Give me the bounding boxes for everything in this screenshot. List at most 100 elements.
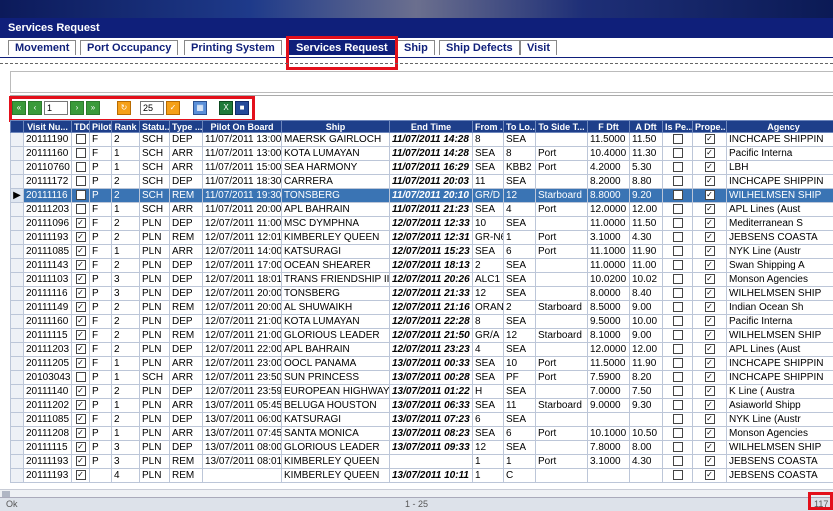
checkbox-unchecked[interactable] [673, 400, 683, 410]
table-cell[interactable] [72, 175, 90, 189]
table-cell[interactable]: ✓ [72, 259, 90, 273]
checkbox-checked[interactable]: ✓ [76, 260, 86, 270]
checkbox-checked[interactable]: ✓ [705, 330, 715, 340]
table-cell[interactable]: ✓ [72, 315, 90, 329]
table-row[interactable]: 20111115✓P3PLNDEP13/07/2011 08:00GLORIOU… [11, 441, 833, 455]
table-cell[interactable] [663, 441, 693, 455]
table-cell[interactable] [663, 259, 693, 273]
checkbox-checked[interactable]: ✓ [76, 330, 86, 340]
row-indicator[interactable] [11, 329, 24, 343]
row-indicator[interactable] [11, 133, 24, 147]
checkbox-checked[interactable]: ✓ [705, 456, 715, 466]
column-header[interactable]: A Dft [630, 121, 663, 133]
table-cell[interactable]: ✓ [72, 455, 90, 469]
checkbox-unchecked[interactable] [673, 246, 683, 256]
checkbox-unchecked[interactable] [673, 470, 683, 480]
row-indicator[interactable] [11, 427, 24, 441]
checkbox-checked[interactable]: ✓ [705, 134, 715, 144]
checkbox-unchecked[interactable] [673, 176, 683, 186]
checkbox-unchecked[interactable] [673, 232, 683, 242]
checkbox-unchecked[interactable] [76, 162, 86, 172]
column-header[interactable]: End Time [390, 121, 473, 133]
checkbox-checked[interactable]: ✓ [76, 288, 86, 298]
table-cell[interactable]: ✓ [72, 357, 90, 371]
table-cell[interactable]: ✓ [72, 273, 90, 287]
row-indicator[interactable] [11, 245, 24, 259]
table-cell[interactable]: ✓ [693, 189, 727, 203]
checkbox-unchecked[interactable] [673, 190, 683, 200]
table-cell[interactable] [663, 427, 693, 441]
table-row[interactable]: 20111115✓F2PLNREM12/07/2011 21:00GLORIOU… [11, 329, 833, 343]
table-cell[interactable]: ✓ [72, 399, 90, 413]
row-indicator[interactable] [11, 175, 24, 189]
table-cell[interactable]: ✓ [693, 245, 727, 259]
checkbox-checked[interactable]: ✓ [705, 162, 715, 172]
checkbox-unchecked[interactable] [673, 274, 683, 284]
tab-port-occupancy[interactable]: Port Occupancy [80, 40, 178, 55]
table-row[interactable]: 20111096✓F2PLNDEP12/07/2011 11:00MSC DYM… [11, 217, 833, 231]
checkbox-unchecked[interactable] [673, 372, 683, 382]
checkbox-unchecked[interactable] [673, 428, 683, 438]
checkbox-checked[interactable]: ✓ [76, 344, 86, 354]
checkbox-unchecked[interactable] [673, 288, 683, 298]
table-cell[interactable] [663, 399, 693, 413]
checkbox-unchecked[interactable] [673, 218, 683, 228]
table-cell[interactable]: ✓ [693, 175, 727, 189]
checkbox-checked[interactable]: ✓ [705, 190, 715, 200]
table-row[interactable]: 20111208✓P1PLNARR13/07/2011 07:45SANTA M… [11, 427, 833, 441]
column-header[interactable]: From ... [473, 121, 504, 133]
table-cell[interactable]: ✓ [693, 301, 727, 315]
checkbox-checked[interactable]: ✓ [705, 470, 715, 480]
checkbox-unchecked[interactable] [673, 330, 683, 340]
checkbox-checked[interactable]: ✓ [76, 386, 86, 396]
checkbox-checked[interactable]: ✓ [705, 316, 715, 326]
checkbox-checked[interactable]: ✓ [705, 260, 715, 270]
table-row[interactable]: 20111205✓F1PLNARR12/07/2011 23:00OOCL PA… [11, 357, 833, 371]
table-row[interactable]: 20111140✓P2PLNDEP12/07/2011 23:59EUROPEA… [11, 385, 833, 399]
table-cell[interactable]: ✓ [693, 161, 727, 175]
column-header[interactable]: To Side T... [536, 121, 588, 133]
checkbox-checked[interactable]: ✓ [76, 232, 86, 242]
row-indicator[interactable] [11, 273, 24, 287]
checkbox-checked[interactable]: ✓ [705, 218, 715, 228]
column-header[interactable]: Prope... [693, 121, 727, 133]
column-header[interactable]: Type ... [170, 121, 203, 133]
checkbox-unchecked[interactable] [76, 148, 86, 158]
column-header[interactable]: Ship [282, 121, 390, 133]
table-row[interactable]: 20111203✓F2PLNDEP12/07/2011 22:00APL BAH… [11, 343, 833, 357]
checkbox-checked[interactable]: ✓ [76, 414, 86, 424]
checkbox-checked[interactable]: ✓ [76, 274, 86, 284]
checkbox-unchecked[interactable] [673, 148, 683, 158]
table-cell[interactable] [72, 371, 90, 385]
row-indicator[interactable] [11, 455, 24, 469]
row-indicator[interactable] [11, 441, 24, 455]
table-cell[interactable]: ✓ [693, 343, 727, 357]
table-row[interactable]: 20110760P1SCHARR11/07/2011 15:00SEA HARM… [11, 161, 833, 175]
table-cell[interactable]: ✓ [693, 441, 727, 455]
checkbox-checked[interactable]: ✓ [76, 358, 86, 368]
table-cell[interactable]: ✓ [72, 427, 90, 441]
checkbox-unchecked[interactable] [76, 372, 86, 382]
checkbox-checked[interactable]: ✓ [705, 344, 715, 354]
table-cell[interactable]: ✓ [72, 343, 90, 357]
row-indicator[interactable] [11, 399, 24, 413]
checkbox-checked[interactable]: ✓ [76, 316, 86, 326]
checkbox-unchecked[interactable] [673, 316, 683, 326]
checkbox-checked[interactable]: ✓ [76, 428, 86, 438]
table-row[interactable]: 20111193✓P3PLNREM13/07/2011 08:01KIMBERL… [11, 455, 833, 469]
table-cell[interactable] [663, 385, 693, 399]
table-cell[interactable]: ✓ [693, 469, 727, 483]
checkbox-unchecked[interactable] [673, 386, 683, 396]
tab-visit[interactable]: Visit [520, 40, 557, 55]
table-row[interactable]: 20111085✓F2PLNDEP13/07/2011 06:00KATSURA… [11, 413, 833, 427]
checkbox-unchecked[interactable] [673, 414, 683, 424]
checkbox-checked[interactable]: ✓ [705, 246, 715, 256]
column-header[interactable]: Rank [112, 121, 140, 133]
table-cell[interactable]: ✓ [693, 385, 727, 399]
table-cell[interactable] [663, 287, 693, 301]
table-row[interactable]: ▶20111116P2SCHREM11/07/2011 19:30TONSBER… [11, 189, 833, 203]
table-row[interactable]: 20111193✓P2PLNREM12/07/2011 12:01KIMBERL… [11, 231, 833, 245]
table-row[interactable]: 20111085✓F1PLNARR12/07/2011 14:00KATSURA… [11, 245, 833, 259]
row-indicator[interactable] [11, 343, 24, 357]
checkbox-unchecked[interactable] [673, 344, 683, 354]
